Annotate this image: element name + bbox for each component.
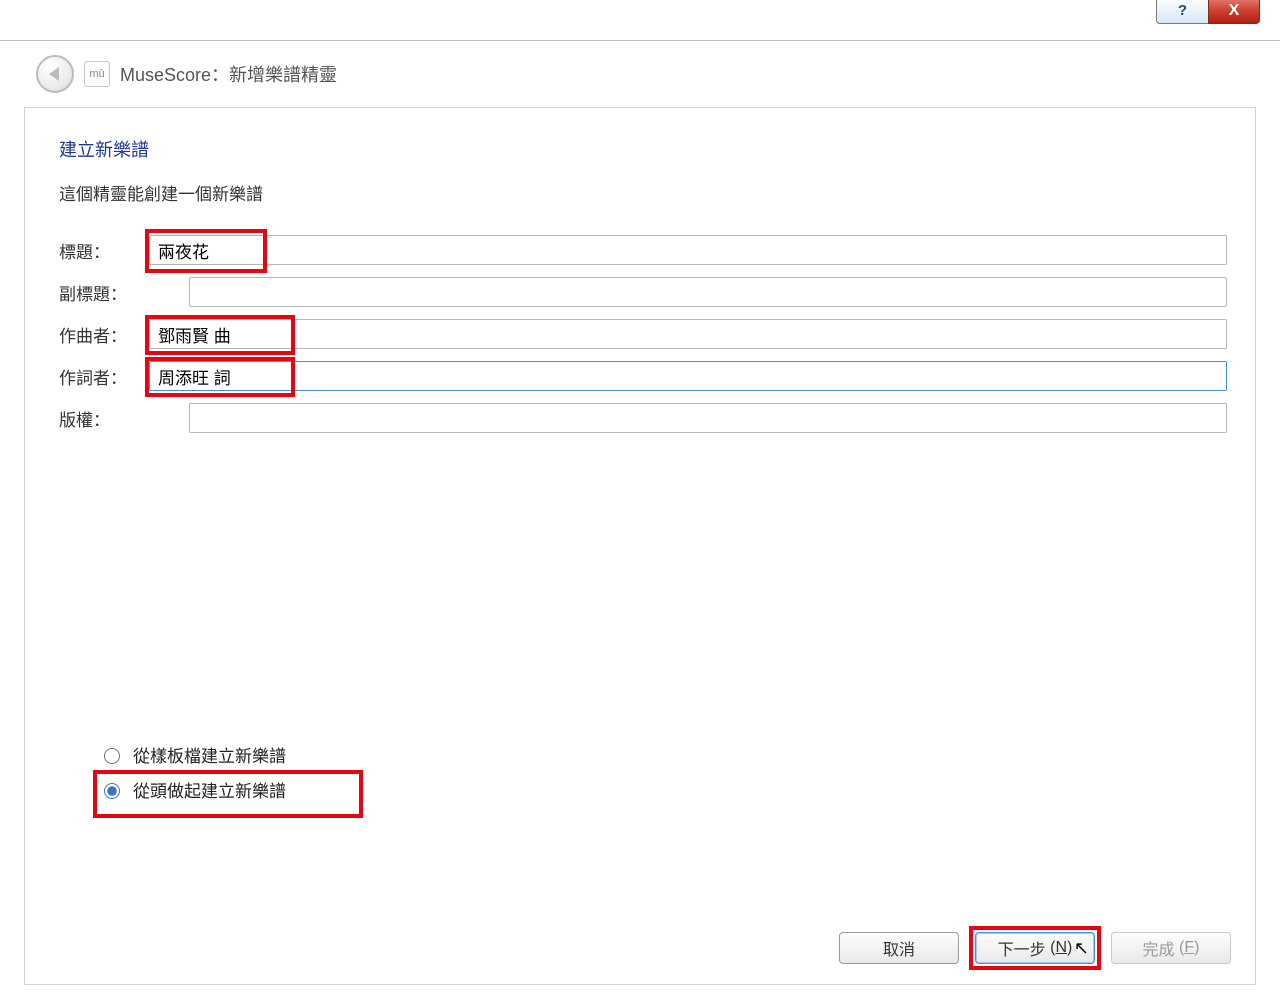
- finish-button-accel: (F): [1175, 939, 1200, 957]
- row-subtitle: 副標題：: [59, 277, 1227, 307]
- composer-input[interactable]: [149, 319, 1227, 349]
- row-copyright: 版權：: [59, 403, 1227, 433]
- subtitle-label: 副標題：: [59, 280, 189, 305]
- back-arrow-icon: [49, 67, 59, 81]
- composer-label: 作曲者：: [59, 322, 149, 347]
- subtitle-input[interactable]: [189, 277, 1227, 307]
- close-button[interactable]: X: [1208, 0, 1260, 24]
- creation-mode-radios: 從樣板檔建立新樂譜 從頭做起建立新樂譜: [99, 742, 286, 802]
- next-button[interactable]: 下一步 (N) ↖: [975, 932, 1095, 964]
- app-icon: mû: [84, 61, 110, 87]
- close-icon: X: [1229, 2, 1240, 20]
- cancel-button-label: 取消: [883, 936, 915, 960]
- radio-from-scratch-row: 從頭做起建立新樂譜: [99, 777, 286, 802]
- finish-button[interactable]: 完成 (F): [1111, 932, 1231, 964]
- copyright-input[interactable]: [189, 403, 1227, 433]
- radio-from-template-label: 從樣板檔建立新樂譜: [133, 742, 286, 767]
- wizard-heading: 建立新樂譜: [59, 136, 1227, 162]
- row-composer: 作曲者：: [59, 319, 1227, 349]
- title-label: 標題：: [59, 238, 149, 263]
- wizard-button-bar: 取消 下一步 (N) ↖ 完成 (F): [839, 932, 1231, 964]
- help-icon: ?: [1178, 2, 1187, 19]
- title-input[interactable]: [149, 235, 1227, 265]
- help-button[interactable]: ?: [1156, 0, 1208, 24]
- back-button[interactable]: [36, 55, 74, 93]
- next-button-label: 下一步: [998, 936, 1046, 960]
- dialog-title: MuseScore：新增樂譜精靈: [120, 61, 337, 87]
- lyricist-label: 作詞者：: [59, 364, 149, 389]
- radio-from-scratch[interactable]: [104, 783, 120, 799]
- row-lyricist: 作詞者：: [59, 361, 1227, 391]
- dialog-header: mû MuseScore：新增樂譜精靈: [0, 41, 1280, 107]
- score-form: 標題： 副標題： 作曲者： 作詞者： 版權：: [59, 235, 1227, 433]
- cancel-button[interactable]: 取消: [839, 932, 959, 964]
- lyricist-input[interactable]: [149, 361, 1227, 391]
- titlebar: ? X: [0, 0, 1280, 41]
- wizard-content: 建立新樂譜 這個精靈能創建一個新樂譜 標題： 副標題： 作曲者： 作詞者： 版權…: [24, 107, 1256, 985]
- radio-from-template[interactable]: [104, 748, 120, 764]
- cursor-icon: ↖: [1074, 938, 1089, 959]
- app-icon-text: mû: [89, 68, 104, 80]
- radio-from-scratch-label: 從頭做起建立新樂譜: [133, 777, 286, 802]
- next-button-accel: (N): [1046, 939, 1073, 957]
- wizard-subtext: 這個精靈能創建一個新樂譜: [59, 180, 1227, 205]
- copyright-label: 版權：: [59, 406, 189, 431]
- finish-button-label: 完成: [1143, 936, 1175, 960]
- row-title: 標題：: [59, 235, 1227, 265]
- radio-from-template-row: 從樣板檔建立新樂譜: [99, 742, 286, 767]
